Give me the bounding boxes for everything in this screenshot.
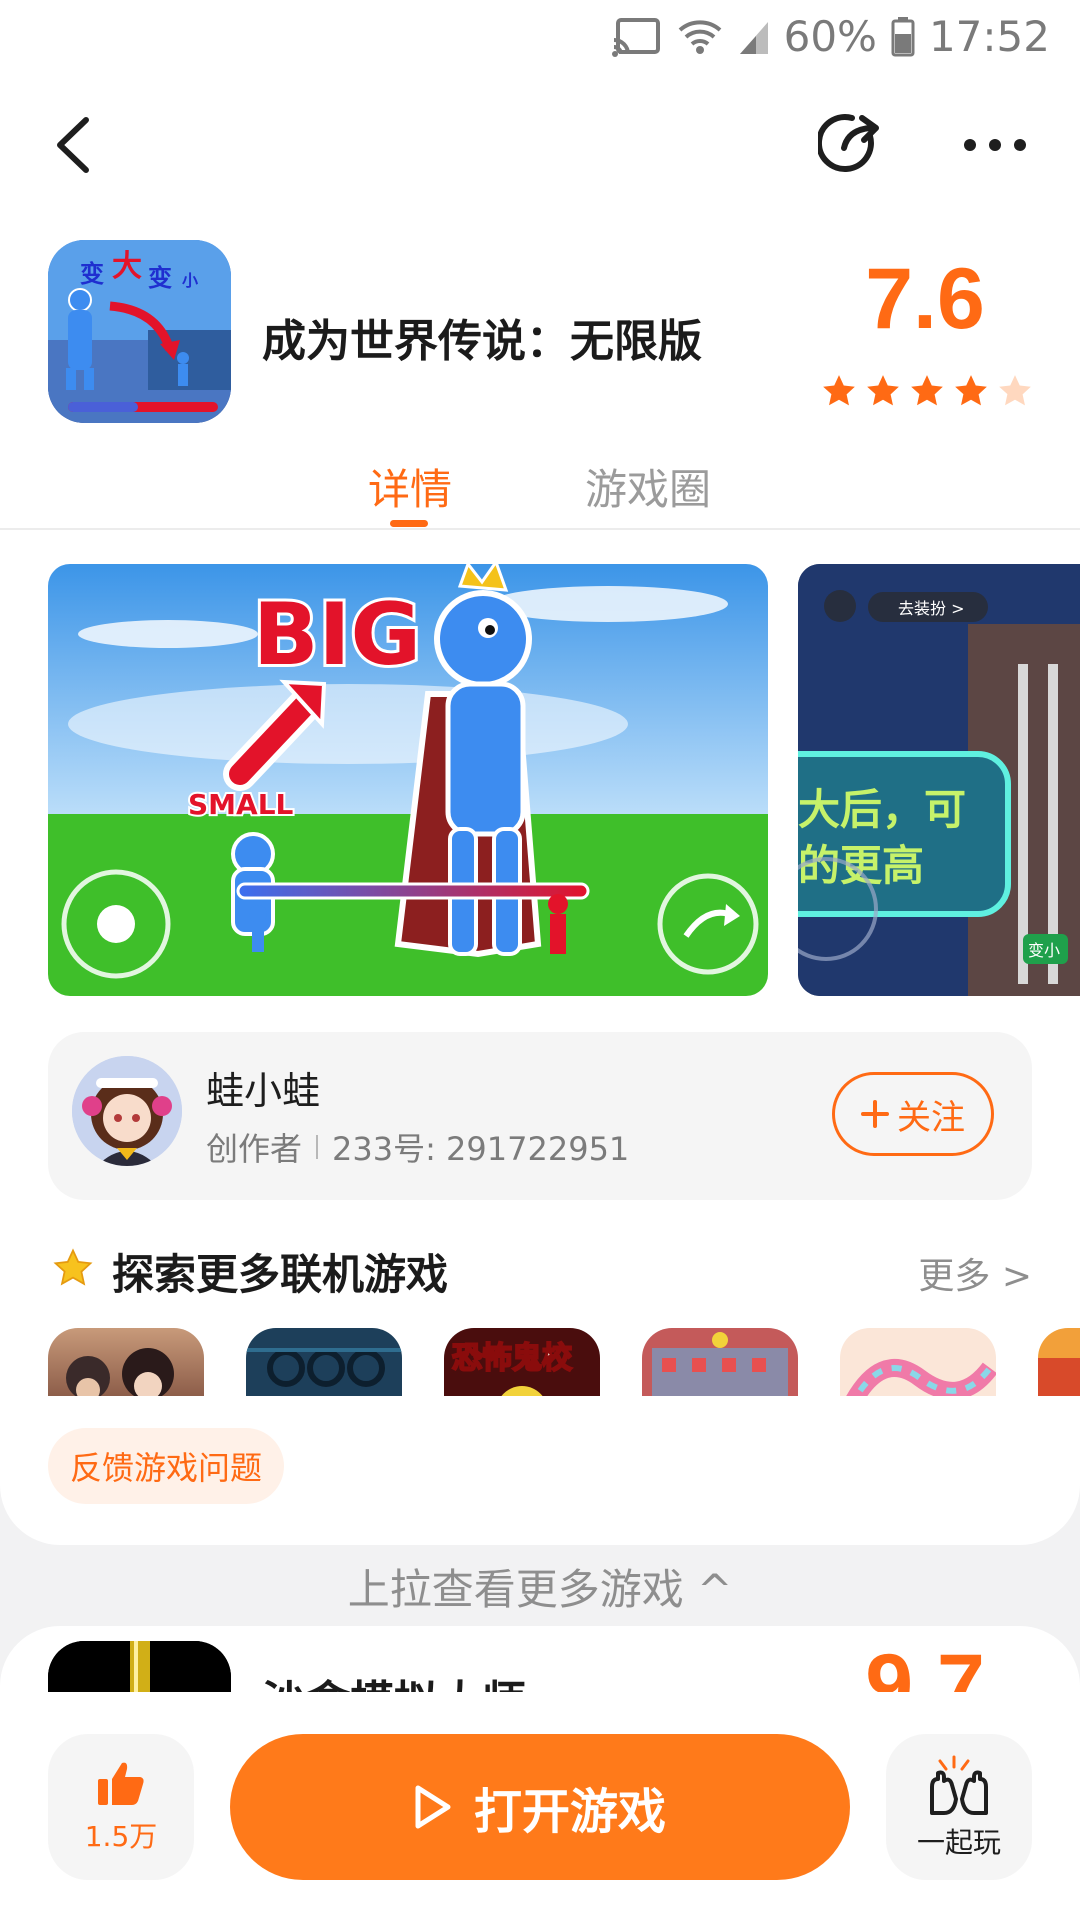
shrink-tag: 变小 [1028, 941, 1060, 960]
feedback-button[interactable]: 反馈游戏问题 [48, 1428, 285, 1504]
creator-avatar[interactable] [72, 1056, 182, 1166]
creator-role: 创作者 [206, 1130, 303, 1168]
back-button[interactable] [44, 110, 104, 180]
like-button[interactable]: 1.5万 [48, 1734, 194, 1880]
tab-bar: 详情 游戏圈 [0, 450, 1080, 530]
game-header: 变 大 变 小 成为世界传说：无限版 7.6 [0, 210, 1080, 450]
wifi-icon [676, 16, 724, 58]
half-star-icon [999, 375, 1031, 406]
top-nav [0, 80, 1080, 210]
tab-game-circle[interactable]: 游戏圈 [585, 456, 711, 517]
open-game-label: 打开游戏 [473, 1786, 666, 1839]
creator-meta: 创作者 233号: 291722951 [206, 1124, 629, 1170]
star-icon [53, 1248, 93, 1286]
status-icons: 60% 17:52 [611, 12, 1050, 61]
game-thumbnail[interactable] [840, 1328, 996, 1396]
status-bar: 60% 17:52 [0, 0, 1080, 80]
cast-icon [611, 16, 662, 58]
dress-up-chip: 去装扮 > [898, 599, 965, 618]
icon-char-4: 小 [182, 271, 198, 290]
clock: 17:52 [928, 12, 1050, 61]
battery-level: 60% [783, 12, 877, 61]
game-thumbnail[interactable]: 恐怖鬼校 [444, 1328, 600, 1396]
play-icon [415, 1785, 451, 1829]
icon-char-1: 变 [80, 260, 104, 288]
back-icon [57, 117, 89, 173]
game-score: 7.6 [865, 251, 985, 347]
play-together-button[interactable]: 一起玩 [886, 1734, 1032, 1880]
explore-section-header: 探索更多联机游戏 更多 > [48, 1235, 1032, 1299]
creator-card[interactable]: 蛙小蛙 创作者 233号: 291722951 关注 [48, 1032, 1032, 1200]
share-button[interactable] [816, 106, 888, 182]
tab-details[interactable]: 详情 [368, 456, 452, 517]
screenshot-1[interactable]: BIG SMALL [48, 564, 768, 996]
more-games-link[interactable]: 更多 > [918, 1247, 1032, 1299]
meta-divider [316, 1135, 319, 1159]
follow-button[interactable]: 关注 [832, 1072, 994, 1156]
bottom-action-bar: 1.5万 打开游戏 一起玩 [0, 1692, 1080, 1920]
open-game-button[interactable]: 打开游戏 [230, 1734, 850, 1880]
screenshot-carousel[interactable]: BIG SMALL 去装扮 > 大后，可 的更高 变小 [48, 564, 1080, 996]
icon-char-2: 大 [112, 249, 142, 284]
battery-icon [891, 16, 915, 57]
star-icon [867, 375, 899, 406]
game-thumbnail-row: 恐怖鬼校 [48, 1328, 1080, 1396]
game-title: 成为世界传说：无限版 [262, 316, 702, 367]
active-tab-indicator [390, 520, 428, 527]
share-icon [816, 114, 879, 172]
horror-school-title: 恐怖鬼校 [452, 1341, 572, 1376]
game-thumbnail[interactable] [642, 1328, 798, 1396]
more-icon [964, 139, 1026, 151]
play-together-label: 一起玩 [916, 1826, 1001, 1859]
screenshot-2[interactable]: 去装扮 > 大后，可 的更高 变小 [798, 564, 1080, 996]
star-icon [911, 375, 943, 406]
game-thumbnail[interactable] [48, 1328, 204, 1396]
small-label: SMALL [188, 788, 294, 821]
overlay-text-2: 的更高 [798, 841, 924, 890]
creator-name[interactable]: 蛙小蛙 [206, 1060, 320, 1115]
rating-stars [820, 372, 1034, 410]
creator-id: 233号: 291722951 [332, 1130, 630, 1168]
detail-content: BIG SMALL 去装扮 > 大后，可 的更高 变小 蛙小蛙 创作者 233号… [0, 530, 1080, 1545]
signal-icon [738, 18, 770, 56]
follow-label: 关注 [897, 1098, 965, 1137]
game-thumbnail[interactable] [1038, 1328, 1080, 1396]
thumbs-up-icon [98, 1762, 144, 1805]
high-five-icon [930, 1755, 988, 1815]
overlay-text-1: 大后，可 [798, 785, 966, 834]
game-icon: 变 大 变 小 [48, 240, 231, 423]
explore-title: 探索更多联机游戏 [112, 1250, 449, 1299]
star-icon [955, 375, 987, 406]
star-icon [823, 375, 855, 406]
plus-icon [861, 1100, 889, 1128]
pull-up-hint[interactable]: 上拉查看更多游戏 ^ [0, 1556, 1080, 1617]
like-count: 1.5万 [84, 1820, 158, 1853]
more-options-button[interactable] [960, 120, 1030, 170]
big-label: BIG [253, 585, 421, 685]
game-thumbnail[interactable] [246, 1328, 402, 1396]
icon-char-3: 变 [148, 264, 172, 292]
